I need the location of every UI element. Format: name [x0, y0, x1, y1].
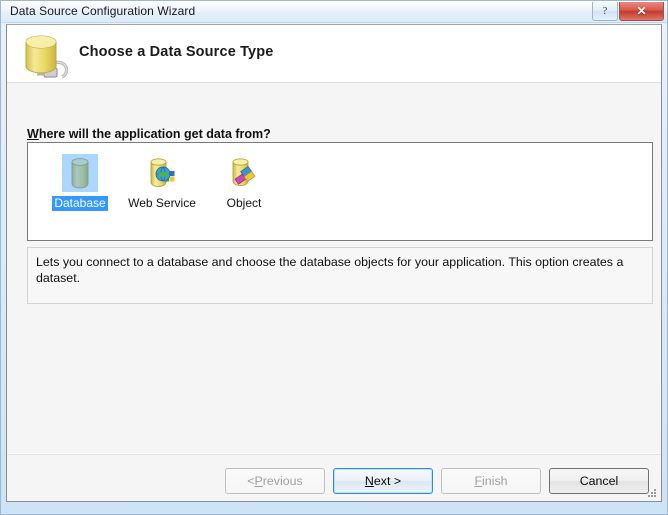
web-service-globe-icon — [144, 154, 180, 192]
description-text: Lets you connect to a database and choos… — [36, 255, 624, 285]
data-source-item-web-service[interactable]: Web Service — [125, 150, 199, 211]
next-button[interactable]: Next > — [333, 468, 433, 494]
data-source-type-listbox[interactable]: Database Web Service Object — [27, 142, 653, 241]
prompt-label: Where will the application get data from… — [27, 127, 271, 141]
caption-buttons: ? ✕ — [592, 2, 664, 21]
finish-button-accesskey: F — [474, 474, 483, 488]
data-source-item-database[interactable]: Database — [43, 150, 117, 211]
data-source-item-label: Web Service — [128, 196, 196, 210]
prompt-text: here will the application get data from? — [38, 127, 271, 141]
previous-button-label: revious — [262, 474, 303, 488]
data-source-type-items: Database Web Service Object — [43, 150, 281, 211]
prompt-accesskey: W — [27, 127, 39, 141]
page-title: Choose a Data Source Type — [79, 44, 274, 60]
data-source-item-object[interactable]: Object — [207, 150, 281, 211]
previous-button[interactable]: < Previous — [225, 468, 325, 494]
next-button-label: ext > — [373, 474, 402, 488]
button-separator — [7, 453, 661, 455]
data-source-configuration-wizard-window: Data Source Configuration Wizard ? ✕ Cho… — [0, 0, 668, 515]
resize-grip[interactable] — [646, 487, 658, 499]
finish-button-label: inish — [482, 474, 508, 488]
description-panel: Lets you connect to a database and choos… — [27, 247, 653, 304]
wizard-header: Choose a Data Source Type — [7, 25, 661, 83]
data-source-item-label: Database — [52, 196, 108, 211]
database-cylinder-icon — [62, 154, 98, 192]
close-icon[interactable]: ✕ — [619, 2, 664, 21]
previous-button-accesskey: P — [254, 474, 263, 488]
previous-button-prefix: < — [247, 474, 255, 488]
database-plug-icon — [18, 29, 76, 81]
dialog-client-area: Choose a Data Source Type Where will the… — [6, 24, 662, 502]
dialog-button-row: < Previous Next > Finish Cancel — [7, 468, 661, 494]
window-title: Data Source Configuration Wizard — [10, 4, 196, 18]
cancel-button-label: Cancel — [579, 474, 619, 488]
finish-button[interactable]: Finish — [441, 468, 541, 494]
object-shapes-icon — [226, 154, 262, 192]
data-source-item-label: Object — [226, 196, 262, 210]
title-bar: Data Source Configuration Wizard ? ✕ — [1, 1, 667, 23]
next-button-accesskey: N — [364, 474, 374, 488]
cancel-button[interactable]: Cancel — [549, 468, 649, 494]
help-button[interactable]: ? — [592, 2, 618, 21]
